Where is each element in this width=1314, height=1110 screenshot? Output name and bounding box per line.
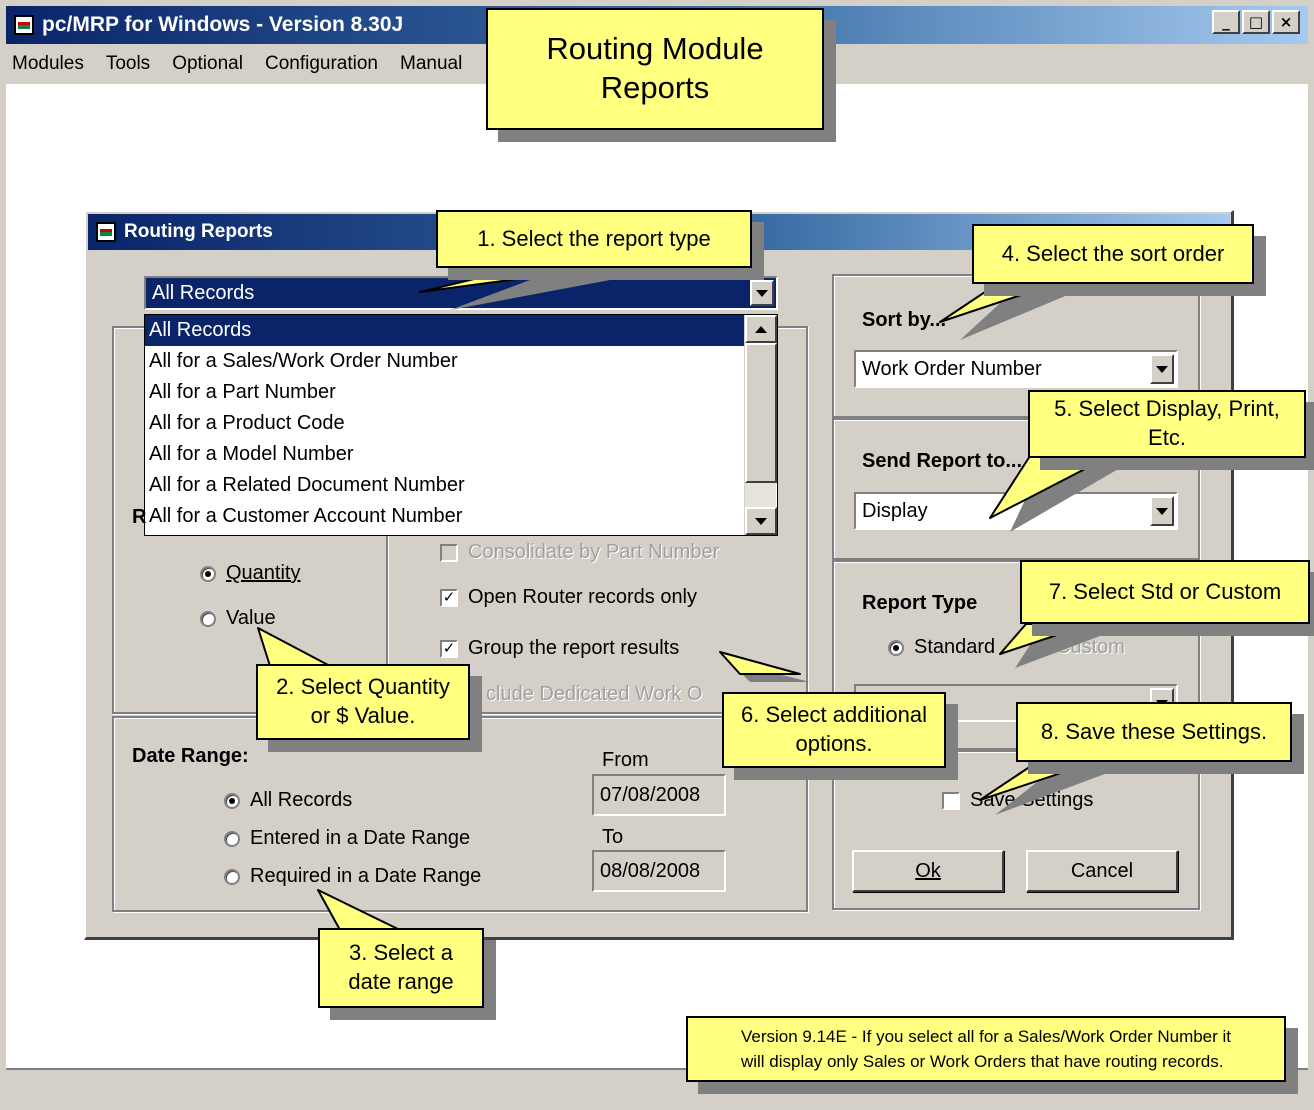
callout-5: 5. Select Display, Print, Etc. (1028, 390, 1306, 458)
list-item[interactable]: All for a Product Code (145, 408, 777, 439)
value-radio[interactable]: Value (200, 607, 276, 630)
from-date-field[interactable]: 07/08/2008 (592, 774, 726, 816)
window-controls: _ □ × (1212, 10, 1300, 34)
open-router-label: Open Router records only (468, 586, 698, 608)
group-results-label: Group the report results (468, 637, 680, 659)
callout-2: 2. Select Quantity or $ Value. (256, 664, 470, 740)
sort-by-label: Sort by... (862, 309, 947, 331)
scroll-down-arrow-icon[interactable] (745, 507, 777, 535)
dedicated-work-order-checkbox[interactable]: clude Dedicated Work O (486, 683, 702, 706)
radio-icon (224, 792, 240, 809)
dialog-app-icon (96, 222, 116, 242)
custom-radio[interactable]: Custom (1030, 636, 1125, 659)
ok-button-label: Ok (915, 859, 941, 882)
callout-8: 8. Save these Settings. (1016, 702, 1292, 762)
open-router-checkbox[interactable]: ✓ Open Router records only (440, 586, 697, 609)
checkmark-icon: ✓ (440, 588, 458, 607)
radio-icon (224, 830, 240, 847)
quantity-label: Quantity (226, 562, 301, 584)
close-icon[interactable]: × (1272, 10, 1300, 34)
all-records-label: All Records (250, 789, 353, 811)
entered-range-label: Entered in a Date Range (250, 827, 471, 849)
menu-configuration[interactable]: Configuration (265, 53, 378, 75)
custom-label: Custom (1056, 636, 1125, 658)
standard-radio[interactable]: Standard (888, 636, 995, 659)
scroll-thumb[interactable] (745, 343, 777, 483)
list-scrollbar[interactable] (744, 315, 777, 535)
radio-icon (224, 868, 240, 885)
required-range-radio[interactable]: Required in a Date Range (224, 865, 481, 888)
radio-icon (200, 565, 216, 582)
report-by-label: R (132, 506, 147, 528)
required-range-label: Required in a Date Range (250, 865, 482, 887)
to-date-field[interactable]: 08/08/2008 (592, 850, 726, 892)
save-settings-label: Save Settings (970, 789, 1094, 811)
ok-button[interactable]: Ok (852, 850, 1004, 892)
scroll-up-arrow-icon[interactable] (745, 315, 777, 343)
send-report-value: Display (862, 499, 928, 522)
radio-icon (888, 639, 904, 656)
dropdown-arrow-icon[interactable] (750, 280, 774, 306)
checkbox-icon (440, 543, 458, 562)
radio-icon (200, 610, 216, 627)
entered-range-radio[interactable]: Entered in a Date Range (224, 827, 470, 850)
consolidate-checkbox[interactable]: Consolidate by Part Number (440, 541, 719, 564)
menu-tools[interactable]: Tools (106, 53, 150, 75)
menu-modules[interactable]: Modules (12, 53, 84, 75)
list-item[interactable]: All for a Model Number (145, 439, 777, 470)
from-date-value: 07/08/2008 (600, 783, 701, 806)
radio-icon (1030, 639, 1046, 656)
report-selection-list[interactable]: All Records All for a Sales/Work Order N… (144, 314, 778, 536)
callout-4: 4. Select the sort order (972, 224, 1254, 284)
menu-optional[interactable]: Optional (172, 53, 243, 75)
send-report-label: Send Report to... (862, 450, 1022, 472)
list-item[interactable]: All Records (145, 315, 777, 346)
list-item[interactable]: All for a Sales/Work Order Number (145, 346, 777, 377)
callout-3: 3. Select a date range (318, 928, 484, 1008)
menu-manual[interactable]: Manual (400, 53, 462, 75)
window-title: pc/MRP for Windows - Version 8.30J (42, 13, 404, 36)
all-records-radio[interactable]: All Records (224, 789, 352, 812)
value-label: Value (226, 607, 276, 629)
date-range-label: Date Range: (132, 745, 249, 767)
report-selection-combo[interactable]: All Records (144, 276, 778, 310)
checkbox-icon (942, 791, 960, 810)
sort-by-combo[interactable]: Work Order Number (854, 350, 1178, 388)
report-type-label: Report Type (862, 592, 978, 614)
checkmark-icon: ✓ (440, 639, 458, 658)
standard-label: Standard (914, 636, 996, 658)
list-item[interactable]: All for a Part Number (145, 377, 777, 408)
send-report-combo[interactable]: Display (854, 492, 1178, 530)
to-label: To (602, 826, 624, 848)
group-results-checkbox[interactable]: ✓ Group the report results (440, 637, 679, 660)
minimize-icon[interactable]: _ (1212, 10, 1240, 34)
cancel-button[interactable]: Cancel (1026, 850, 1178, 892)
title-callout: Routing Module Reports (486, 8, 824, 130)
callout-6: 6. Select additional options. (722, 692, 946, 768)
dropdown-arrow-icon[interactable] (1150, 496, 1174, 526)
cancel-button-label: Cancel (1070, 859, 1134, 882)
list-item[interactable]: All for a Related Document Number (145, 470, 777, 501)
dropdown-arrow-icon[interactable] (1150, 354, 1174, 384)
sort-by-value: Work Order Number (862, 357, 1042, 380)
version-note: Version 9.14E - If you select all for a … (686, 1016, 1286, 1082)
save-settings-checkbox[interactable]: Save Settings (942, 789, 1093, 812)
app-icon[interactable] (14, 15, 34, 35)
callout-7: 7. Select Std or Custom (1020, 560, 1310, 624)
maximize-icon[interactable]: □ (1242, 10, 1270, 34)
report-selection-value: All Records (152, 281, 255, 304)
dialog-title: Routing Reports (124, 221, 273, 242)
to-date-value: 08/08/2008 (600, 859, 701, 882)
from-label: From (602, 749, 649, 771)
consolidate-label: Consolidate by Part Number (468, 541, 720, 563)
list-item[interactable]: All for a Customer Account Number (145, 501, 777, 532)
dedicated-work-order-label: clude Dedicated Work O (486, 683, 703, 705)
callout-1: 1. Select the report type (436, 210, 752, 268)
quantity-radio[interactable]: Quantity (200, 562, 300, 585)
